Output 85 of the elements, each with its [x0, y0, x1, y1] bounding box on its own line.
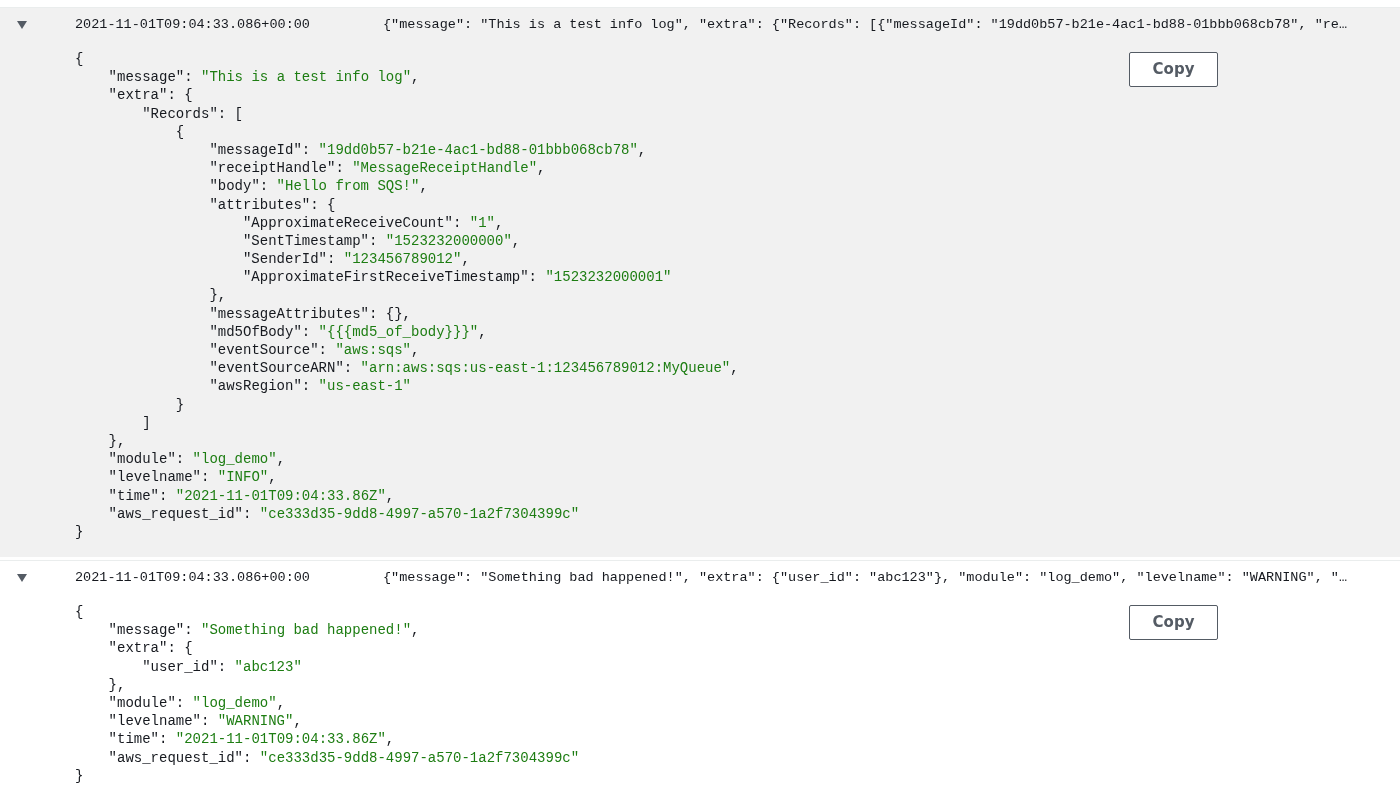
json-punctuation: , [478, 323, 487, 340]
json-value: "MessageReceiptHandle" [352, 160, 538, 177]
json-line: } [75, 767, 84, 784]
json-value: "log_demo" [192, 451, 277, 468]
json-key: "user_id": [142, 658, 235, 675]
json-key: "eventSourceARN": [209, 360, 361, 377]
json-value: "{{{md5_of_body}}}" [318, 323, 479, 340]
json-punctuation: , [419, 178, 428, 195]
json-value: "Something bad happened!" [201, 622, 412, 639]
json-punctuation: , [385, 487, 395, 504]
timestamp: 2021-11-01T09:04:33.086+00:00 [75, 15, 311, 34]
json-punctuation: , [293, 713, 302, 730]
json-line: }, [209, 287, 227, 304]
json-line: { [175, 123, 185, 140]
json-key: "receiptHandle": [209, 160, 353, 177]
json-punctuation: , [511, 232, 521, 249]
json-value: "arn:aws:sqs:us-east-1:123456789012:MyQueue" [360, 360, 731, 377]
json-value: "Hello from SQS!" [276, 178, 420, 195]
json-key: "messageId": [209, 141, 319, 158]
json-line: "extra": { [108, 87, 193, 104]
timestamp: 2021-11-01T09:04:33.086+00:00 [75, 568, 311, 587]
json-value: "This is a test info log" [201, 69, 412, 86]
json-punctuation: , [537, 160, 546, 177]
json-punctuation: , [495, 214, 504, 231]
log-summary: {"message": "This is a test info log", "extra": {"Records": [{"messageId": "19dd0b57-b21e-4ac1-bd88-01bbb068cb78", "re… [383, 15, 1348, 34]
json-key: "module": [108, 451, 193, 468]
json-line: ] [142, 414, 151, 431]
json-key: "time": [108, 731, 176, 748]
json-line: } [175, 396, 185, 413]
json-key: "levelname": [108, 469, 218, 486]
json-value: "ce333d35-9dd8-4997-a570-1a2f7304399c" [259, 749, 580, 766]
caret-down-icon [16, 20, 28, 30]
log-summary: {"message": "Something bad happened!", "extra": {"user_id": "abc123"}, "module": "log_demo", "levelname": "WARNING", "… [383, 568, 1348, 587]
json-value: "INFO" [217, 469, 269, 486]
json-value: "us-east-1" [318, 378, 411, 395]
json-value: "2021-11-01T09:04:33.86Z" [175, 731, 386, 748]
json-key: "levelname": [108, 713, 218, 730]
expand-toggle[interactable] [15, 19, 29, 31]
json-punctuation: , [276, 451, 286, 468]
json-line: { [75, 604, 84, 621]
json-value: "1523232000000" [385, 232, 512, 249]
json-value: "aws:sqs" [335, 342, 412, 358]
json-punctuation: , [411, 69, 420, 86]
json-key: "eventSource": [209, 342, 336, 358]
json-key: "SentTimestamp": [242, 232, 386, 249]
json-key: "message": [108, 69, 201, 86]
json-value: "123456789012" [343, 251, 462, 268]
json-key: "aws_request_id": [108, 749, 260, 766]
json-line: "attributes": { [209, 196, 336, 213]
json-punctuation: , [268, 469, 277, 486]
json-key: "awsRegion": [209, 378, 319, 395]
json-key: "SenderId": [242, 251, 344, 268]
json-key: "time": [108, 487, 176, 504]
json-line: "Records": [ [142, 105, 243, 122]
json-key: "body": [209, 178, 277, 195]
json-key: "ApproximateReceiveCount": [242, 214, 470, 231]
json-punctuation: , [276, 695, 286, 711]
json-punctuation: , [385, 731, 395, 748]
json-value: "1" [469, 214, 496, 231]
json-value: "ce333d35-9dd8-4997-a570-1a2f7304399c" [259, 505, 580, 522]
json-line: } [75, 523, 84, 540]
json-value: "abc123" [234, 658, 302, 675]
json-key: "message": [108, 622, 201, 639]
copy-button[interactable]: Copy [1129, 52, 1218, 87]
json-punctuation: , [411, 622, 420, 639]
json-punctuation: , [461, 251, 470, 268]
json-key: "aws_request_id": [108, 505, 260, 522]
copy-button[interactable]: Copy [1129, 605, 1218, 641]
json-key: "ApproximateFirstReceiveTimestamp": [242, 269, 546, 286]
json-punctuation: , [411, 342, 420, 358]
json-key: "messageAttributes": {}, [209, 305, 411, 322]
json-punctuation: , [730, 360, 739, 377]
json-line: }, [108, 676, 126, 693]
json-value: "2021-11-01T09:04:33.86Z" [175, 487, 386, 504]
json-value: "log_demo" [192, 695, 277, 711]
json-line: "extra": { [108, 640, 193, 657]
json-punctuation: , [637, 141, 647, 158]
json-line: }, [108, 432, 126, 449]
json-key: "module": [108, 695, 193, 711]
json-value: "1523232000001" [545, 269, 672, 286]
json-value: "WARNING" [217, 713, 294, 730]
json-line: { [75, 51, 84, 67]
caret-down-icon [16, 573, 28, 584]
json-key: "md5OfBody": [209, 323, 319, 340]
json-value: "19dd0b57-b21e-4ac1-bd88-01bbb068cb78" [318, 141, 638, 158]
